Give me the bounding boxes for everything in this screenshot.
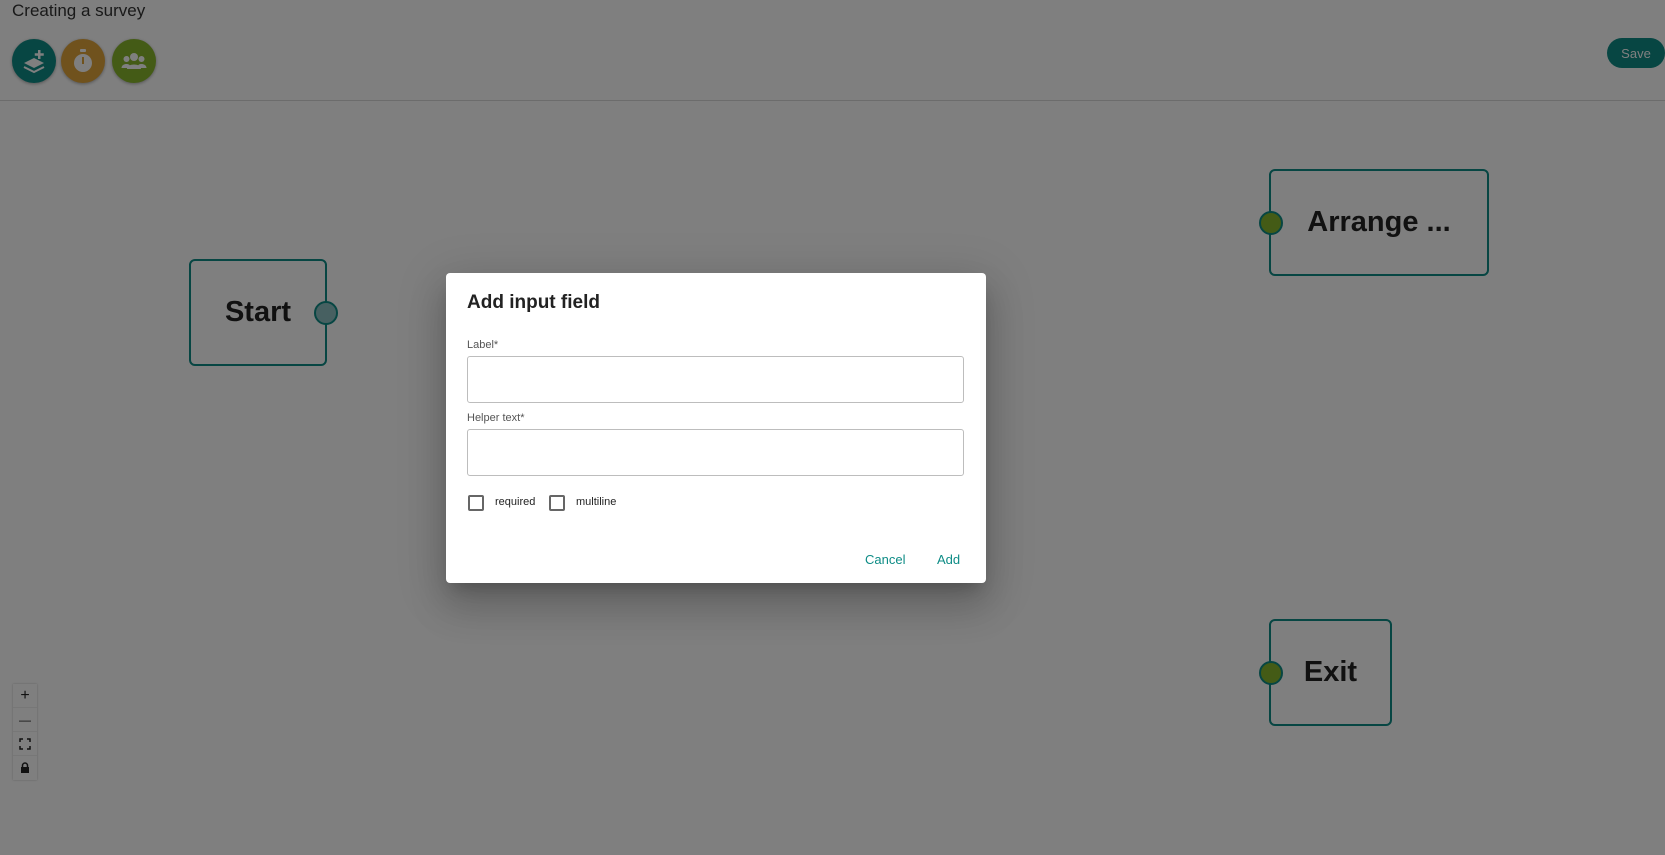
label-input[interactable]: [467, 356, 964, 403]
label-field-label: Label*: [467, 339, 499, 351]
required-checkbox[interactable]: [468, 495, 484, 511]
add-button[interactable]: Add: [937, 552, 960, 567]
cancel-button[interactable]: Cancel: [865, 552, 905, 567]
helper-text-field-label: Helper text*: [467, 412, 525, 424]
multiline-checkbox[interactable]: [549, 495, 565, 511]
survey-builder-page: Creating a survey: [0, 0, 1665, 855]
multiline-checkbox-label[interactable]: multiline: [576, 496, 616, 508]
add-input-field-dialog: Add input field Label* Helper text* requ…: [446, 273, 986, 583]
required-checkbox-label[interactable]: required: [495, 496, 535, 508]
helper-text-input[interactable]: [467, 429, 964, 476]
dialog-title: Add input field: [467, 292, 600, 313]
